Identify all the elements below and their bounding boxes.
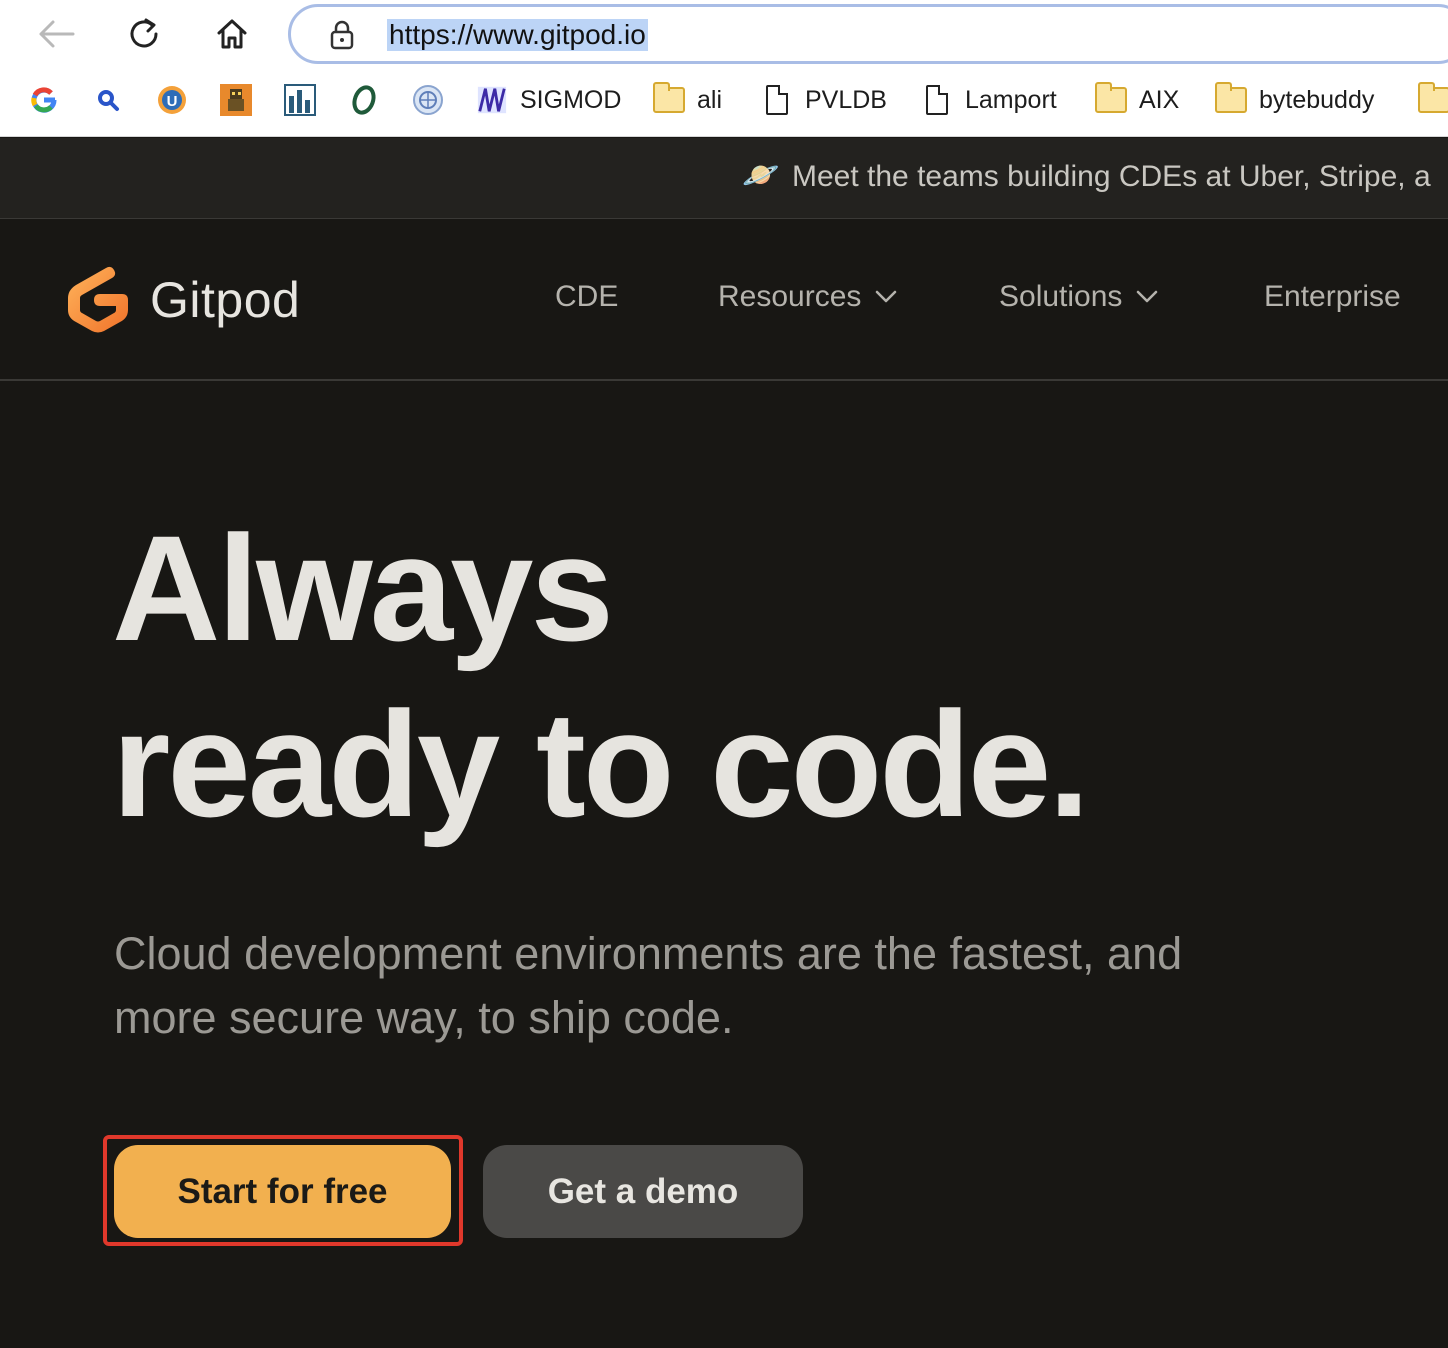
get-a-demo-button[interactable]: Get a demo [483,1145,803,1238]
bookmark-avatar[interactable] [220,78,252,122]
bookmark-o[interactable] [348,78,380,122]
bookmarks-bar: U SIGMOD ali PVLDB Lamport AIX bytebuddy [0,78,1448,122]
bookmark-label: SIGMOD [520,85,622,114]
back-button[interactable] [32,12,80,56]
bookmark-folder-ali[interactable]: ali [653,78,722,122]
start-for-free-button[interactable]: Start for free [114,1145,451,1238]
logo-wordmark: Gitpod [150,272,301,328]
bookmark-label: Lamport [965,85,1057,114]
nav-link-label: Resources [718,280,862,313]
gitpod-logo-icon [68,266,128,333]
document-icon [761,84,793,116]
hero-title: Always ready to code. [112,500,1090,852]
folder-icon [1215,82,1247,116]
document-icon [921,84,953,116]
nav-resources[interactable]: Resources [718,280,897,314]
bookmark-lamport[interactable]: Lamport [921,78,1057,122]
lock-icon [329,20,355,55]
bookmark-u[interactable]: U [156,78,188,122]
reload-icon [130,18,158,48]
address-bar[interactable]: https://www.gitpod.io [288,4,1448,64]
nav-solutions[interactable]: Solutions [999,280,1158,314]
nav-enterprise[interactable]: Enterprise [1264,280,1401,314]
folder-icon [1095,82,1127,116]
bookmark-label: bytebuddy [1259,85,1375,114]
back-arrow-icon [39,20,75,48]
nav-link-label: Enterprise [1264,280,1401,313]
nav-cde[interactable]: CDE [555,280,618,314]
bar-chart-icon [284,84,316,116]
bookmark-folder-bytebuddy[interactable]: bytebuddy [1215,78,1374,122]
google-icon [28,84,60,116]
bookmark-folder-aix[interactable]: AIX [1095,78,1179,122]
reload-button[interactable] [120,12,168,56]
folder-icon [1418,82,1448,116]
search-icon [92,84,124,116]
site-header: Gitpod CDE Resources Solutions Enterpris… [0,220,1448,381]
bookmark-folder-overflow[interactable] [1418,78,1448,122]
bookmark-search[interactable] [92,78,124,122]
pixel-avatar-icon [220,84,252,116]
planet-icon: 🪐 [742,159,780,192]
nav-link-label: Solutions [999,280,1123,313]
chevron-down-icon [876,290,897,303]
sigmod-icon [476,84,508,116]
home-icon [217,19,247,49]
bookmark-pvldb[interactable]: PVLDB [761,78,887,122]
chevron-down-icon [1137,290,1158,303]
browser-chrome: https://www.gitpod.io U SIGMOD ali PVLDB… [0,0,1448,137]
bookmark-chart[interactable] [284,78,316,122]
o-logo-icon [348,84,380,116]
bookmark-sigmod[interactable]: SIGMOD [476,78,621,122]
u-badge-icon: U [156,84,188,116]
url-text[interactable]: https://www.gitpod.io [387,19,648,51]
announcement-text[interactable]: Meet the teams building CDEs at Uber, St… [792,160,1431,194]
svg-text:U: U [167,93,178,110]
home-button[interactable] [208,12,256,56]
bookmark-label: PVLDB [805,85,887,114]
bookmark-seal[interactable] [412,78,444,122]
bookmark-label: ali [697,85,723,114]
bookmark-label: AIX [1139,85,1180,114]
hero-subtitle: Cloud development environments are the f… [114,928,1183,1043]
announcement-bar[interactable]: 🪐 Meet the teams building CDEs at Uber, … [0,138,1448,219]
hero-title-line-2: ready to code. [112,680,1090,848]
hero-title-line-1: Always [112,504,614,672]
nav-link-label: CDE [555,280,619,313]
bookmark-google[interactable] [28,78,60,122]
gitpod-logo[interactable]: Gitpod [62,260,300,340]
globe-seal-icon [412,84,444,116]
folder-icon [653,82,685,116]
